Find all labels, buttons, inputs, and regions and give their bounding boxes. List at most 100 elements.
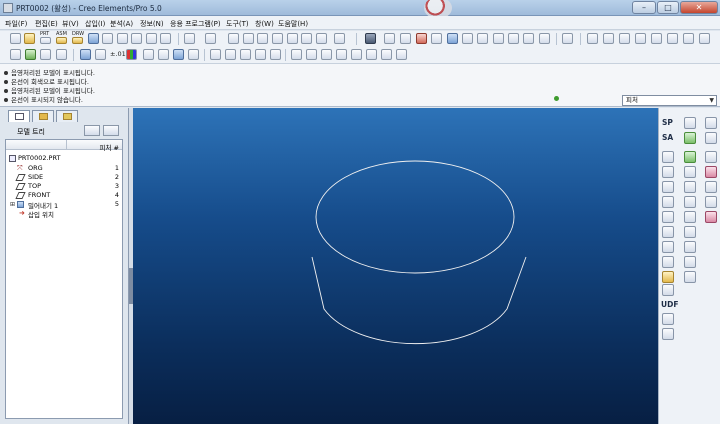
page-tool-icon[interactable] — [366, 49, 377, 60]
annotation-display-icon[interactable] — [651, 33, 662, 44]
zoom-window-icon[interactable] — [447, 33, 458, 44]
find-icon[interactable] — [316, 33, 327, 44]
save-copy-icon[interactable] — [102, 33, 113, 44]
paste-special-icon[interactable] — [272, 33, 283, 44]
feature-number-header[interactable]: 피처 # — [100, 142, 119, 152]
curve-tool-icon[interactable] — [240, 49, 251, 60]
measure-icon[interactable] — [95, 49, 106, 60]
no-hidden-icon[interactable] — [173, 49, 184, 60]
tree-item-front[interactable]: FRONT 4 — [6, 191, 122, 200]
analysis-feature-icon[interactable] — [662, 241, 674, 253]
tab-folder-browser[interactable] — [32, 110, 54, 122]
tab-favorites[interactable] — [56, 110, 78, 122]
menu-file[interactable]: 파일(F) — [5, 19, 27, 29]
datum-tag-display-icon[interactable] — [683, 33, 694, 44]
style-tool-icon[interactable] — [705, 211, 717, 223]
paste-icon[interactable] — [257, 33, 268, 44]
selection-filter[interactable]: 피처 ▼ — [622, 95, 717, 106]
cut-icon[interactable] — [228, 33, 239, 44]
menu-view[interactable]: 뷰(V) — [62, 19, 79, 29]
tree-item-insert-here[interactable]: ➜ 삽입 위치 — [6, 209, 122, 220]
tree-settings-button[interactable] — [84, 125, 100, 136]
shell-tool-icon[interactable] — [705, 132, 717, 144]
frame-tool-icon[interactable] — [381, 49, 392, 60]
orient-mode-icon[interactable] — [400, 33, 411, 44]
hole-tool-icon[interactable] — [705, 196, 717, 208]
copy-icon[interactable] — [243, 33, 254, 44]
copy-geometry-icon[interactable] — [662, 313, 674, 325]
layers-icon[interactable] — [539, 33, 550, 44]
menu-window[interactable]: 창(W) — [255, 19, 274, 29]
graphics-window[interactable] — [133, 108, 658, 424]
curve-sketch-icon[interactable] — [662, 226, 674, 238]
menu-tools[interactable]: 도구(T) — [226, 19, 249, 29]
thicken-tool-icon[interactable] — [662, 284, 674, 296]
spin-center-icon[interactable] — [384, 33, 395, 44]
repaint-icon[interactable] — [416, 33, 427, 44]
tree-item-top[interactable]: TOP 3 — [6, 182, 122, 191]
new-part-icon[interactable] — [40, 37, 51, 44]
trim-tool-icon[interactable] — [684, 256, 696, 268]
close-window-icon[interactable] — [396, 49, 407, 60]
revolve-tool-icon[interactable] — [684, 151, 696, 163]
datum-plane-tool-icon[interactable] — [662, 196, 674, 208]
datum-line-icon[interactable] — [662, 211, 674, 223]
blend-tool-icon[interactable] — [684, 181, 696, 193]
color-bar-icon[interactable] — [126, 49, 137, 60]
merge-tool-icon[interactable] — [684, 241, 696, 253]
coordinate-system-icon[interactable] — [662, 256, 674, 268]
new-drawing-icon[interactable] — [72, 37, 83, 44]
datum-axis-display-icon[interactable] — [603, 33, 614, 44]
print-icon[interactable] — [146, 33, 157, 44]
extrude-tool-icon[interactable] — [684, 132, 696, 144]
view-grid-icon[interactable] — [291, 49, 302, 60]
menu-applications[interactable]: 응용 프로그램(P) — [170, 19, 221, 29]
new-file-icon[interactable] — [10, 33, 21, 44]
menu-insert[interactable]: 삽입(I) — [85, 19, 105, 29]
datum-curve-icon[interactable] — [662, 181, 674, 193]
undo-icon[interactable] — [184, 33, 195, 44]
wireframe-icon[interactable] — [143, 49, 154, 60]
model-setup-icon[interactable] — [40, 49, 51, 60]
tab-model-tree[interactable] — [8, 110, 30, 122]
cylinder-side-edges[interactable] — [311, 256, 527, 345]
sketch-axis-button[interactable]: SA — [662, 133, 673, 142]
refit-icon[interactable] — [493, 33, 504, 44]
analysis-tool-icon[interactable] — [306, 49, 317, 60]
menu-edit[interactable]: 편집(E) — [35, 19, 58, 29]
save-icon[interactable] — [88, 33, 99, 44]
new-assembly-icon[interactable] — [56, 37, 67, 44]
menu-analysis[interactable]: 분석(A) — [110, 19, 133, 29]
select-box-icon[interactable] — [334, 33, 345, 44]
window-tool-icon[interactable] — [351, 49, 362, 60]
round-tool-icon[interactable] — [705, 166, 717, 178]
sketch-icon[interactable] — [56, 49, 67, 60]
cylinder-top-edge[interactable] — [315, 160, 515, 274]
shading-sphere-icon[interactable] — [365, 33, 376, 44]
tree-item-side[interactable]: SIDE 2 — [6, 173, 122, 182]
saved-views-icon[interactable] — [523, 33, 534, 44]
annotation-tool-icon[interactable] — [321, 49, 332, 60]
hidden-line-icon[interactable] — [158, 49, 169, 60]
zoom-in-icon[interactable] — [462, 33, 473, 44]
variable-sweep-icon[interactable] — [684, 196, 696, 208]
print-preview-icon[interactable] — [117, 33, 128, 44]
datum-point-icon[interactable] — [80, 49, 91, 60]
expand-icon[interactable]: ⊞ — [10, 201, 15, 208]
boundary-blend-icon[interactable] — [684, 211, 696, 223]
group-tool-icon[interactable] — [662, 271, 674, 283]
menu-help[interactable]: 도움말(H) — [278, 19, 308, 29]
open-folder-icon[interactable] — [24, 33, 35, 44]
tree-item-org[interactable]: ⤧ ORG 1 — [6, 164, 122, 173]
sketch-tool-icon[interactable] — [684, 117, 696, 129]
context-help-icon[interactable] — [562, 33, 573, 44]
menu-info[interactable]: 정보(N) — [140, 19, 164, 29]
csys-display-icon[interactable] — [635, 33, 646, 44]
zoom-out-icon[interactable] — [477, 33, 488, 44]
axis-tool-icon[interactable] — [225, 49, 236, 60]
rib-tool-icon[interactable] — [705, 117, 717, 129]
point-tool-icon[interactable] — [255, 49, 266, 60]
reorient-icon[interactable] — [508, 33, 519, 44]
redo-icon[interactable] — [205, 33, 216, 44]
tree-root[interactable]: PRT0002.PRT — [6, 154, 122, 163]
